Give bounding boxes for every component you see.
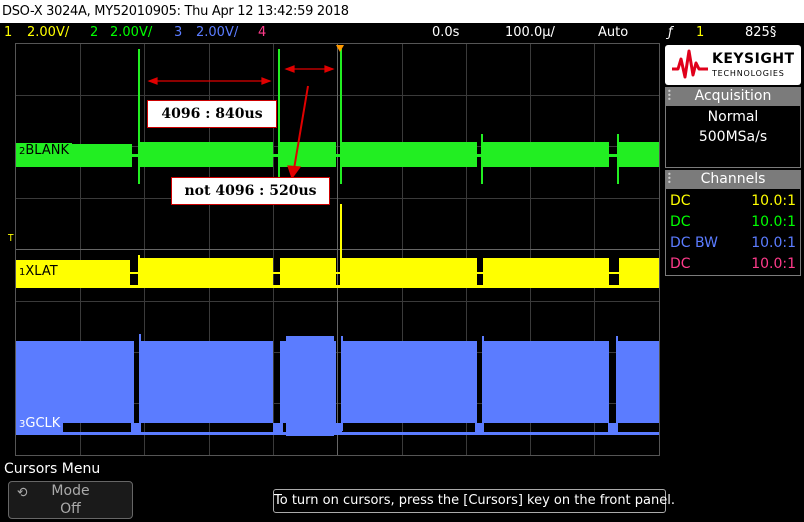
blank-channel-label[interactable]: 2BLANK [16,143,72,160]
ch2-number[interactable]: 2 [90,23,98,43]
channel-row[interactable]: DC 10.0:1 [666,254,800,275]
ch4-number[interactable]: 4 [258,23,266,43]
channel-coupling: DC [670,193,691,209]
xlat-channel-label[interactable]: 1XLAT [16,264,61,281]
menu-title: Cursors Menu [4,461,101,477]
ch3-number[interactable]: 3 [174,23,182,43]
keysight-wave-icon [672,49,708,79]
mode-softkey[interactable]: ⟲ Mode Off [8,481,133,519]
ch1-number[interactable]: 1 [4,23,12,43]
blank-label-text: BLANK [25,143,69,158]
channel-coupling: DC [670,214,691,230]
window-title: DSO-X 3024A, MY52010905: Thu Apr 12 13:4… [0,0,804,23]
trigger-level-marker[interactable]: T [8,233,14,244]
mode-softkey-value: Off [60,501,81,517]
channel-coupling: DC BW [670,235,718,251]
acquisition-rate: 500MSa/s [698,129,768,145]
channel-probe: 10.0:1 [751,256,796,272]
panel-grip-icon: • • • [667,87,672,104]
status-bar: 1 2.00V/ 2 2.00V/ 3 2.00V/ 4 0.0s 100.0µ… [0,23,804,43]
channel-row[interactable]: DC 10.0:1 [666,191,800,212]
channel-row[interactable]: DC BW 10.0:1 [666,233,800,254]
ch2-scale[interactable]: 2.00V/ [110,23,152,43]
ch1-scale[interactable]: 2.00V/ [27,23,69,43]
help-message: To turn on cursors, press the [Cursors] … [273,489,675,513]
waveform-canvas [16,44,659,455]
trigger-level[interactable]: 825§ [745,23,776,43]
gclk-label-text: GCLK [25,416,61,431]
trigger-source[interactable]: 1 [696,23,704,43]
trigger-slope-icon: ƒ [668,25,673,40]
acquisition-mode: Normal [707,109,759,125]
trigger-mode[interactable]: Auto [598,23,628,43]
panel-grip-icon: • • • [667,170,672,187]
channel-probe: 10.0:1 [751,214,796,230]
channels-header[interactable]: • • • Channels [665,170,801,188]
channels-panel: DC 10.0:1 DC 10.0:1 DC BW 10.0:1 DC 10.0:1 [665,188,801,276]
xlat-label-text: XLAT [25,264,58,279]
acquisition-panel: Normal 500MSa/s [665,105,801,168]
time-delay[interactable]: 0.0s [432,23,459,43]
acquisition-header[interactable]: • • • Acquisition [665,87,801,105]
gclk-channel-label[interactable]: 3GCLK [16,416,64,433]
acquisition-header-text: Acquisition [694,88,772,104]
ch3-scale[interactable]: 2.00V/ [196,23,238,43]
waveform-display[interactable]: 2BLANK 1XLAT 3GCLK T 4096 : 840us not 40… [8,43,660,456]
logo-brand: KEYSIGHT [712,51,795,67]
channels-header-text: Channels [700,171,766,187]
time-scale[interactable]: 100.0µ/ [505,23,555,43]
channel-row[interactable]: DC 10.0:1 [666,212,800,233]
channel-probe: 10.0:1 [751,193,796,209]
logo-sub: TECHNOLOGIES [712,69,785,78]
annotation-not-4096: not 4096 : 520us [171,177,330,205]
keysight-logo: KEYSIGHT TECHNOLOGIES [665,45,801,85]
annotation-4096: 4096 : 840us [147,100,277,128]
mode-softkey-label: Mode [51,483,90,499]
channel-probe: 10.0:1 [751,235,796,251]
channel-coupling: DC [670,256,691,272]
